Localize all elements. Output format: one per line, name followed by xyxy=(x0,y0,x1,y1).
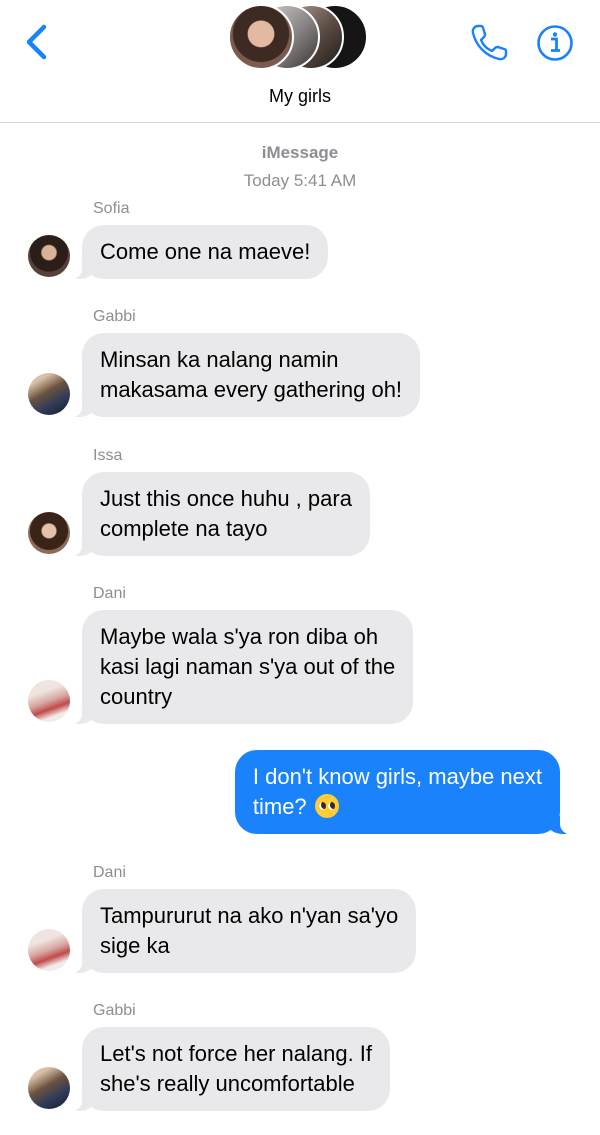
sender-name: Dani xyxy=(93,585,126,602)
group-member-avatar xyxy=(228,4,294,70)
sender-name: Gabbi xyxy=(93,308,136,325)
message-bubble[interactable]: Tampururut na ako n'yan sa'yo sige ka xyxy=(71,889,417,973)
group-name[interactable]: My girls xyxy=(0,86,600,107)
conversation-timestamp: Today 5:41 AM xyxy=(243,171,357,190)
message-bubble[interactable]: Just this once huhu , para complete na t… xyxy=(72,472,370,556)
info-icon[interactable] xyxy=(536,24,574,62)
phone-icon[interactable] xyxy=(468,22,510,64)
message-text: Come one na maeve! xyxy=(100,239,311,264)
message-bubble[interactable]: Come one na maeve! xyxy=(71,225,329,279)
message-text: Minsan ka nalang namin makasama every ga… xyxy=(100,347,403,402)
group-avatar-stack[interactable] xyxy=(228,2,372,72)
service-label: iMessage xyxy=(261,143,339,162)
message-text: I don't know girls, maybe next time? xyxy=(252,764,542,819)
avatar[interactable] xyxy=(28,929,70,971)
sender-name: Dani xyxy=(93,864,126,881)
sender-name: Issa xyxy=(93,447,123,464)
message-bubble[interactable]: Maybe wala s'ya ron diba oh kasi lagi na… xyxy=(71,610,414,724)
outgoing-message-bubble[interactable]: I don't know girls, maybe next time? xyxy=(234,750,571,834)
chevron-left-icon[interactable] xyxy=(20,22,54,62)
pleading-face-emoji-icon xyxy=(314,794,339,818)
message-text: Just this once huhu , para complete na t… xyxy=(100,486,352,541)
sender-name: Gabbi xyxy=(93,1002,136,1019)
message-text: Tampururut na ako n'yan sa'yo sige ka xyxy=(100,903,399,958)
avatar[interactable] xyxy=(28,680,70,722)
avatar[interactable] xyxy=(28,512,70,554)
sender-name: Sofia xyxy=(93,200,130,217)
avatar[interactable] xyxy=(28,235,70,277)
avatar[interactable] xyxy=(28,373,70,415)
message-bubble[interactable]: Let's not force her nalang. If she's rea… xyxy=(71,1027,391,1111)
conversation-header: My girls xyxy=(0,0,600,123)
message-text: Maybe wala s'ya ron diba oh kasi lagi na… xyxy=(100,624,396,709)
message-text: Let's not force her nalang. If she's rea… xyxy=(100,1041,373,1096)
message-bubble[interactable]: Minsan ka nalang namin makasama every ga… xyxy=(71,333,421,417)
avatar[interactable] xyxy=(28,1067,70,1109)
